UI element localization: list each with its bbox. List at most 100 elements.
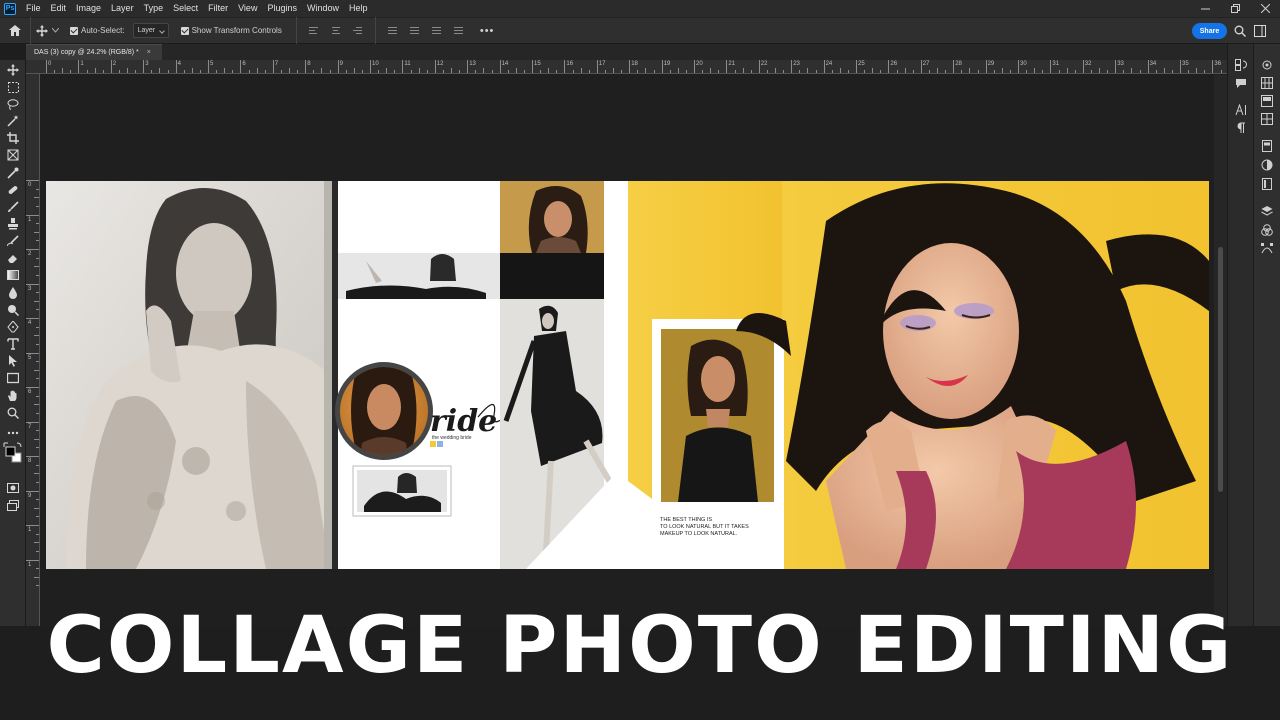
align-bottom-icon[interactable]	[431, 26, 442, 36]
scrollbar-thumb[interactable]	[1218, 247, 1223, 492]
gradient-tool-icon[interactable]	[5, 268, 21, 282]
screen-mode-icon[interactable]	[5, 498, 21, 512]
share-button[interactable]: Share	[1192, 23, 1227, 39]
path-selection-icon[interactable]	[5, 354, 21, 368]
ruler-minor-tick	[1204, 70, 1206, 73]
rectangle-tool-icon[interactable]	[5, 371, 21, 385]
framed-portrait-photo	[661, 329, 774, 502]
move-tool-icon[interactable]	[5, 63, 21, 77]
quick-mask-icon[interactable]	[5, 481, 21, 495]
pen-tool-icon[interactable]	[5, 320, 21, 334]
distribute-icon[interactable]	[453, 26, 464, 36]
document-tab[interactable]: DAS (3) copy @ 24.2% (RGB/8) * ×	[26, 44, 162, 60]
channels-panel-icon[interactable]	[1260, 224, 1274, 236]
workspace-icon[interactable]	[1254, 25, 1266, 37]
menu-edit[interactable]: Edit	[46, 0, 72, 17]
hand-tool-icon[interactable]	[5, 389, 21, 403]
menu-file[interactable]: File	[21, 0, 46, 17]
paths-panel-icon[interactable]	[1260, 243, 1274, 255]
ruler-minor-tick	[36, 378, 39, 380]
align-middle-icon[interactable]	[409, 26, 420, 36]
ruler-minor-tick	[329, 70, 331, 73]
ruler-minor-tick	[515, 68, 517, 73]
menu-type[interactable]: Type	[139, 0, 169, 17]
show-transform-option[interactable]: Show Transform Controls	[180, 17, 282, 44]
auto-select-checkbox[interactable]	[70, 26, 78, 35]
layer-select[interactable]: Layer	[132, 23, 169, 38]
search-icon[interactable]	[1234, 25, 1246, 37]
minimize-icon[interactable]	[1190, 0, 1220, 17]
tab-close-icon[interactable]: ×	[147, 49, 151, 56]
magic-wand-icon[interactable]	[5, 114, 21, 128]
align-center-icon[interactable]	[331, 26, 341, 36]
ruler-label: 18	[631, 61, 638, 67]
ruler-label: 23	[793, 61, 800, 67]
color-swatches[interactable]	[3, 442, 23, 464]
canvas-workspace[interactable]: ride the wedding bride THE BEST THING IS…	[40, 75, 1214, 626]
align-right-icon[interactable]	[352, 26, 363, 36]
properties-panel-icon[interactable]	[1260, 140, 1274, 152]
document-canvas[interactable]: ride the wedding bride THE BEST THING IS…	[46, 181, 1209, 569]
menu-view[interactable]: View	[233, 0, 262, 17]
menu-select[interactable]: Select	[168, 0, 203, 17]
libraries-panel-icon[interactable]	[1260, 178, 1274, 190]
marquee-tool-icon[interactable]	[5, 80, 21, 94]
ruler-minor-tick	[191, 68, 193, 73]
ruler-label: 19	[663, 61, 671, 67]
layers-panel-icon[interactable]	[1260, 205, 1274, 217]
menu-window[interactable]: Window	[302, 0, 344, 17]
ruler-minor-tick	[36, 481, 39, 483]
gradients-panel-icon[interactable]	[1260, 95, 1274, 107]
plugins-panel-icon[interactable]	[1260, 59, 1274, 71]
move-tool-icon[interactable]	[30, 17, 64, 44]
menu-layer[interactable]: Layer	[106, 0, 139, 17]
ruler-tick	[1082, 60, 1084, 73]
menu-plugins[interactable]: Plugins	[262, 0, 302, 17]
eraser-icon[interactable]	[5, 251, 21, 265]
healing-brush-icon[interactable]	[5, 183, 21, 197]
type-tool-icon[interactable]	[5, 337, 21, 351]
dodge-tool-icon[interactable]	[5, 303, 21, 317]
show-transform-checkbox[interactable]	[180, 26, 189, 35]
edit-toolbar-icon[interactable]	[5, 426, 21, 440]
ruler-label: 16	[566, 61, 574, 67]
ruler-minor-tick	[831, 70, 833, 73]
swatches-panel-icon[interactable]	[1260, 77, 1274, 89]
lasso-tool-icon[interactable]	[5, 97, 21, 111]
paragraph-panel-icon[interactable]	[1234, 122, 1248, 134]
ruler-minor-tick	[353, 68, 355, 73]
restore-icon[interactable]	[1220, 0, 1250, 17]
close-icon[interactable]	[1250, 0, 1280, 17]
home-icon[interactable]	[0, 17, 30, 44]
ruler-label: 34	[1149, 61, 1157, 67]
more-options-icon[interactable]: •••	[480, 17, 495, 44]
eyedropper-icon[interactable]	[5, 166, 21, 180]
menu-help[interactable]: Help	[344, 0, 373, 17]
history-brush-icon[interactable]	[5, 234, 21, 248]
patterns-panel-icon[interactable]	[1260, 113, 1274, 125]
comments-panel-icon[interactable]	[1234, 77, 1248, 89]
vertical-scrollbar[interactable]	[1214, 75, 1227, 626]
history-panel-icon[interactable]	[1234, 59, 1248, 71]
zoom-tool-icon[interactable]	[5, 406, 21, 420]
blur-tool-icon[interactable]	[5, 286, 21, 300]
menu-image[interactable]: Image	[71, 0, 106, 17]
ruler-minor-tick	[232, 70, 234, 73]
character-panel-icon[interactable]	[1234, 104, 1248, 116]
adjustments-panel-icon[interactable]	[1260, 159, 1274, 171]
crop-tool-icon[interactable]	[5, 131, 21, 145]
ruler-label: 9	[28, 492, 32, 499]
ruler-tick	[920, 60, 922, 73]
ruler-minor-tick	[710, 68, 712, 73]
ruler-minor-tick	[896, 70, 898, 73]
ruler-label: 21	[728, 61, 736, 67]
ruler-minor-tick	[135, 70, 137, 73]
ruler-label: 25	[858, 61, 865, 67]
align-top-icon[interactable]	[387, 26, 398, 36]
clone-stamp-icon[interactable]	[5, 217, 21, 231]
brush-tool-icon[interactable]	[5, 200, 21, 214]
align-left-icon[interactable]	[308, 26, 319, 36]
menu-filter[interactable]: Filter	[203, 0, 233, 17]
frame-tool-icon[interactable]	[5, 148, 21, 162]
auto-select-option[interactable]: Auto-Select:	[70, 17, 125, 44]
